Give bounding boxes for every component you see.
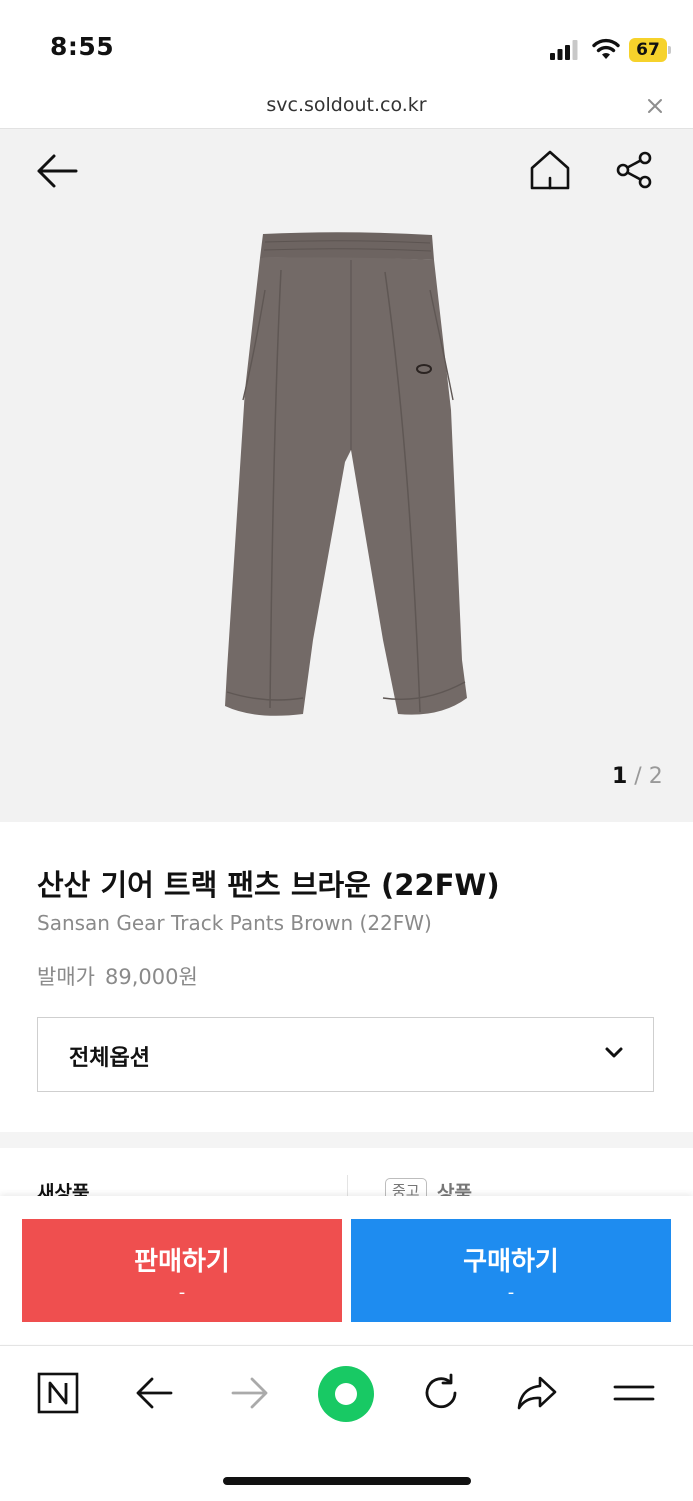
release-price: 89,000원 xyxy=(104,965,198,989)
battery-indicator: 67 xyxy=(629,38,667,62)
pager-total: 2 xyxy=(648,764,663,789)
image-pager: 1 / 2 xyxy=(612,764,663,789)
url-text[interactable]: svc.soldout.co.kr xyxy=(0,94,693,116)
release-price-label: 발매가 xyxy=(37,965,95,989)
home-indicator xyxy=(223,1477,471,1485)
pager-current: 1 xyxy=(612,764,628,789)
forward-icon[interactable] xyxy=(229,1372,271,1414)
signal-icon xyxy=(550,40,578,60)
sell-button-price: - xyxy=(178,1282,186,1303)
pager-separator: / xyxy=(627,764,649,789)
back-arrow-icon[interactable] xyxy=(36,152,78,190)
status-time: 8:55 xyxy=(50,32,115,61)
product-title-ko: 산산 기어 트랙 팬츠 브라운 (22FW) xyxy=(37,868,500,902)
status-bar: 8:55 67 xyxy=(0,0,693,92)
chevron-down-icon xyxy=(605,1047,623,1058)
green-dot-icon[interactable] xyxy=(318,1366,374,1422)
option-select-value: 전체옵션 xyxy=(69,1046,150,1071)
buy-button-label: 구매하기 xyxy=(463,1247,559,1277)
wifi-icon xyxy=(592,38,620,59)
buy-button[interactable]: 구매하기 - xyxy=(351,1219,671,1322)
home-icon[interactable] xyxy=(528,148,572,192)
section-divider xyxy=(0,1132,693,1148)
product-image-pants xyxy=(225,232,467,716)
sell-button-label: 판매하기 xyxy=(134,1247,230,1277)
action-bar: 판매하기 - 구매하기 - xyxy=(0,1196,693,1344)
back-icon[interactable] xyxy=(133,1372,175,1414)
sell-button[interactable]: 판매하기 - xyxy=(22,1219,342,1322)
option-select[interactable]: 전체옵션 xyxy=(37,1017,654,1092)
product-title-en: Sansan Gear Track Pants Brown (22FW) xyxy=(37,911,432,935)
green-dot-center xyxy=(335,1383,357,1405)
share-icon[interactable] xyxy=(614,150,654,190)
close-icon[interactable] xyxy=(645,96,665,116)
battery-tip xyxy=(668,46,671,54)
share-arrow-icon[interactable] xyxy=(516,1372,558,1414)
naver-icon[interactable] xyxy=(37,1372,79,1414)
menu-icon[interactable] xyxy=(613,1372,655,1414)
buy-button-price: - xyxy=(507,1282,515,1303)
url-bar[interactable]: svc.soldout.co.kr xyxy=(0,92,693,129)
reload-icon[interactable] xyxy=(420,1372,462,1414)
release-price-row: 발매가 89,000원 xyxy=(37,961,198,991)
